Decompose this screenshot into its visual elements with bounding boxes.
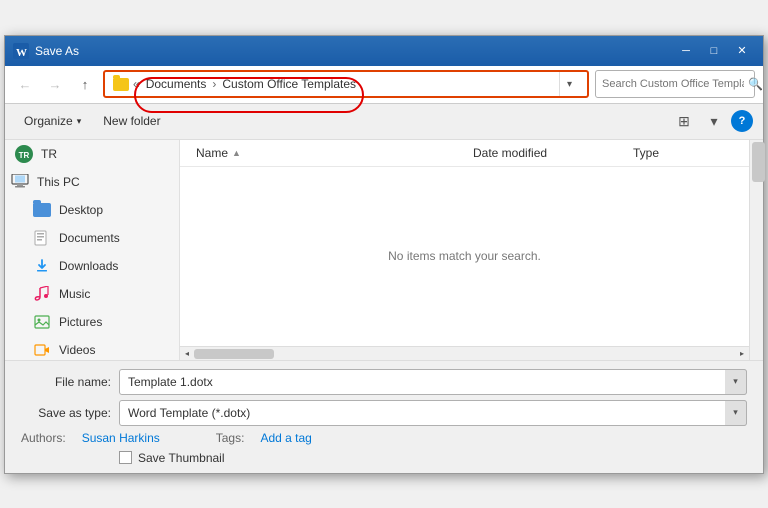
videos-icon [33,342,51,358]
sidebar-item-desktop[interactable]: Desktop [5,196,179,224]
filename-dropdown-button[interactable]: ▾ [725,369,747,395]
content-body: No items match your search. [180,167,749,346]
savetype-input[interactable] [119,400,747,426]
folder-icon [113,78,129,91]
forward-button[interactable]: → [43,72,67,96]
new-folder-button[interactable]: New folder [94,108,169,134]
sidebar-label-tr: TR [41,147,57,161]
filename-input[interactable] [119,369,747,395]
footer: File name: ▾ Save as type: ▾ Authors: Su… [5,360,763,473]
scroll-right-button[interactable]: ▸ [735,346,749,360]
sidebar-item-tr[interactable]: TR TR [5,140,179,168]
sidebar-label-this-pc: This PC [37,175,80,189]
vertical-scrollbar[interactable] [749,140,763,360]
scroll-left-button[interactable]: ◂ [180,346,194,360]
thumbnail-label: Save Thumbnail [138,451,225,465]
address-path[interactable]: « Documents › Custom Office Templates ▾ [103,70,589,98]
thumbnail-checkbox[interactable] [119,451,132,464]
address-prefix: « [133,77,140,91]
sidebar-item-documents[interactable]: Documents [5,224,179,252]
back-button[interactable]: ← [13,72,37,96]
column-type: Type [633,146,733,160]
scroll-thumb[interactable] [194,349,274,359]
savetype-label: Save as type: [21,406,111,420]
meta-row: Authors: Susan Harkins Tags: Add a tag [21,431,747,445]
horizontal-scrollbar[interactable]: ◂ ▸ [180,346,749,360]
new-folder-label: New folder [103,114,160,128]
address-path-inner: « Documents › Custom Office Templates [113,77,559,91]
organize-button[interactable]: Organize ▾ [15,108,90,134]
sidebar-label-music: Music [59,287,90,301]
empty-message: No items match your search. [388,249,541,263]
desktop-folder-icon [33,202,51,218]
address-part1: Documents [146,77,207,91]
this-pc-icon [11,174,29,190]
minimize-button[interactable]: ─ [673,41,699,61]
app-icon: W [13,43,29,59]
scroll-track[interactable] [194,347,735,360]
sidebar-label-pictures: Pictures [59,315,102,329]
savetype-input-wrapper: ▾ [119,400,747,426]
close-button[interactable]: ✕ [729,41,755,61]
sidebar-item-music[interactable]: Music [5,280,179,308]
search-icon: 🔍 [748,77,763,91]
downloads-icon [33,258,51,274]
sidebar-item-pictures[interactable]: Pictures [5,308,179,336]
content-header: Name ▲ Date modified Type [180,140,749,167]
address-part2: Custom Office Templates [222,77,356,91]
maximize-button[interactable]: □ [701,41,727,61]
search-input[interactable] [602,78,744,90]
tags-input[interactable]: Add a tag [260,431,311,445]
svg-text:W: W [16,47,27,59]
main-area: TR TR This PC [5,140,763,360]
filename-row: File name: ▾ [21,369,747,395]
address-bar: ← → ↑ « Documents › Custom Office Templa… [5,66,763,104]
title-bar: W Save As ─ □ ✕ [5,36,763,66]
column-date: Date modified [473,146,633,160]
help-button[interactable]: ? [731,110,753,132]
svg-text:TR: TR [19,151,30,160]
sidebar-item-this-pc[interactable]: This PC [5,168,179,196]
column-name[interactable]: Name ▲ [196,146,473,160]
view-dropdown-button[interactable]: ▾ [701,108,727,134]
search-box[interactable]: 🔍 [595,70,755,98]
toolbar: Organize ▾ New folder ⊞ ▾ ? [5,104,763,140]
view-icon: ⊞ [678,113,690,130]
up-button[interactable]: ↑ [73,72,97,96]
thumbnail-row: Save Thumbnail [21,451,747,465]
organize-arrow: ▾ [77,116,82,127]
view-button[interactable]: ⊞ [671,108,697,134]
authors-value[interactable]: Susan Harkins [82,431,160,445]
pictures-icon [33,314,51,330]
content-area: Name ▲ Date modified Type No items match… [180,140,749,360]
vscroll-thumb[interactable] [752,142,765,182]
sidebar-label-downloads: Downloads [59,259,118,273]
music-icon [33,286,51,302]
filename-input-wrapper: ▾ [119,369,747,395]
savetype-row: Save as type: ▾ [21,400,747,426]
dialog-title: Save As [35,44,673,58]
sidebar-label-desktop: Desktop [59,203,103,217]
sort-arrow: ▲ [232,148,241,158]
sidebar-item-downloads[interactable]: Downloads [5,252,179,280]
sidebar-label-videos: Videos [59,343,95,357]
documents-icon [33,230,51,246]
sidebar-item-videos[interactable]: Videos [5,336,179,360]
organize-label: Organize [24,114,73,128]
savetype-dropdown-button[interactable]: ▾ [725,400,747,426]
view-arrow: ▾ [710,113,717,130]
tr-icon: TR [15,146,33,162]
address-separator: › [212,77,216,91]
sidebar-label-documents: Documents [59,231,120,245]
window-controls: ─ □ ✕ [673,41,755,61]
sidebar: TR TR This PC [5,140,180,360]
authors-label: Authors: [21,431,66,445]
address-dropdown-button[interactable]: ▾ [559,70,579,98]
filename-label: File name: [21,375,111,389]
tags-label: Tags: [216,431,245,445]
